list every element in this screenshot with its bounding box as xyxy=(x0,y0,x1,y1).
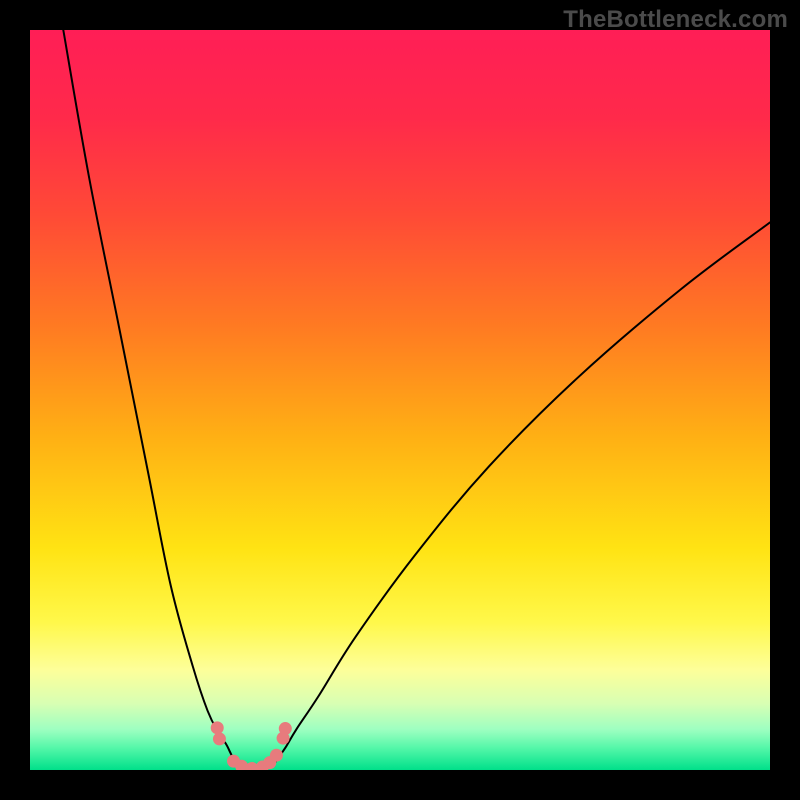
data-marker xyxy=(211,721,224,734)
data-marker xyxy=(270,749,283,762)
bottleneck-curve xyxy=(30,30,770,770)
data-marker xyxy=(279,722,292,735)
plot-area xyxy=(30,30,770,770)
chart-frame: TheBottleneck.com xyxy=(0,0,800,800)
data-marker xyxy=(213,732,226,745)
curve-path xyxy=(63,30,770,769)
